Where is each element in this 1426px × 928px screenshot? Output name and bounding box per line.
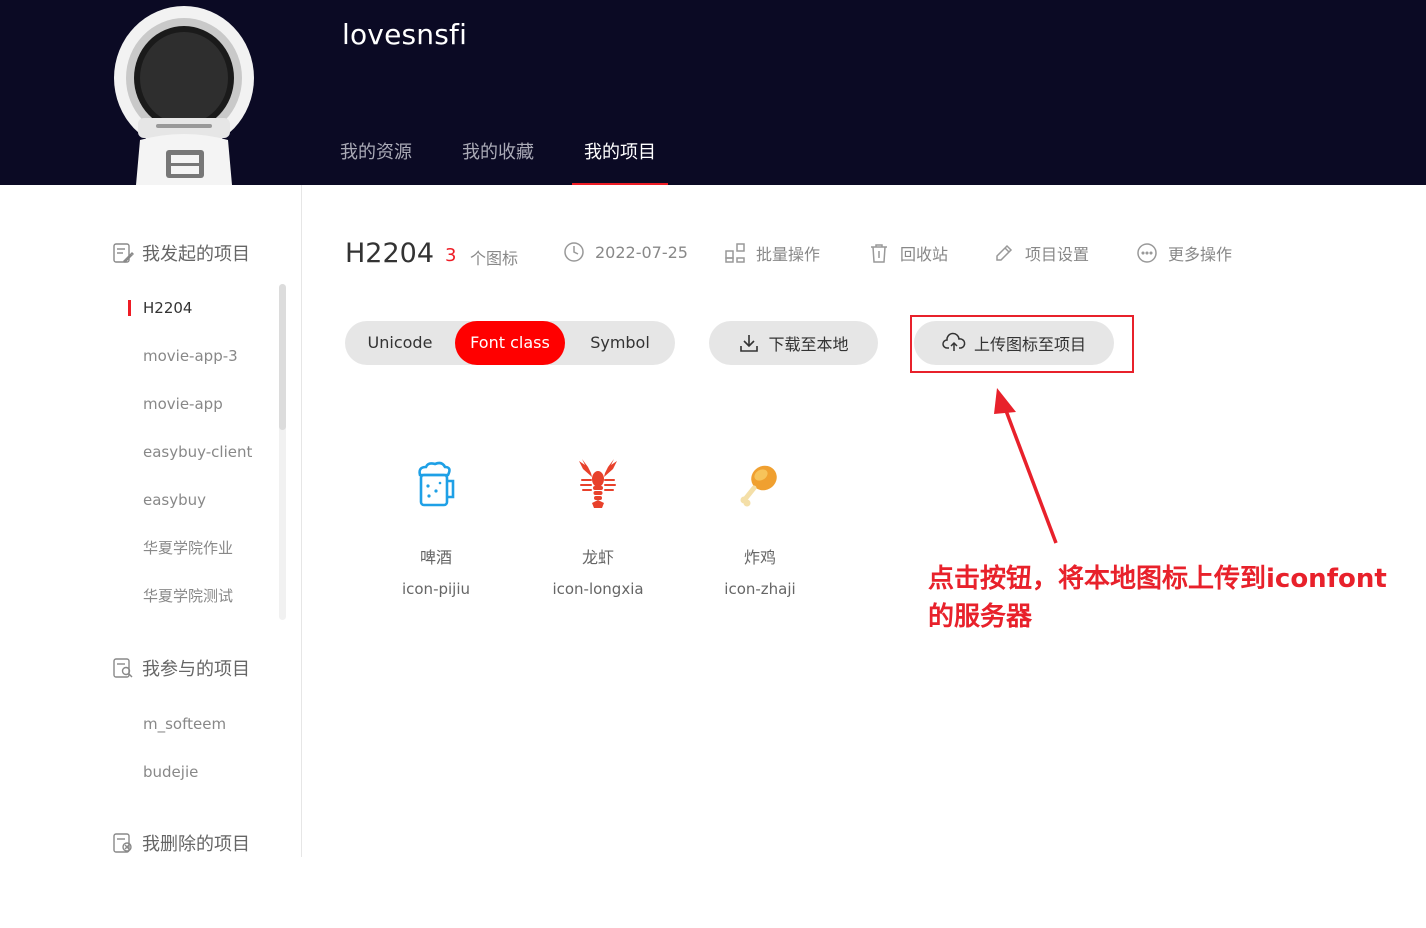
batch-operation-button[interactable]: 批量操作 bbox=[724, 241, 820, 265]
icon-count: 3 bbox=[445, 245, 457, 266]
font-class-tab[interactable]: Font class bbox=[455, 321, 565, 365]
joined-projects-title: 我参与的项目 bbox=[112, 655, 250, 681]
project-settings-button[interactable]: 项目设置 bbox=[993, 241, 1089, 265]
project-date: 2022-07-25 bbox=[563, 241, 688, 263]
sidebar-scroll-thumb[interactable] bbox=[279, 284, 286, 430]
icon-count-label: 个图标 bbox=[470, 249, 519, 268]
document-search-icon bbox=[113, 658, 133, 678]
deleted-projects-label: 我删除的项目 bbox=[142, 834, 250, 855]
project-item[interactable]: movie-app bbox=[128, 380, 278, 428]
download-icon bbox=[740, 335, 759, 352]
icon-code: icon-longxia bbox=[552, 580, 644, 598]
project-item[interactable]: easybuy-client bbox=[128, 428, 278, 476]
project-date-text: 2022-07-25 bbox=[595, 242, 688, 262]
icon-code: icon-pijiu bbox=[401, 580, 471, 598]
username: lovesnsfi bbox=[342, 18, 468, 51]
project-item[interactable]: movie-app-3 bbox=[128, 332, 278, 380]
icon-card-fried-chicken[interactable]: 炸鸡 icon-zhaji bbox=[685, 450, 835, 598]
upload-highlight-box bbox=[910, 315, 1134, 373]
icon-name: 啤酒 bbox=[419, 548, 452, 567]
created-projects-list: H2204 movie-app-3 movie-app easybuy-clie… bbox=[128, 284, 278, 620]
grid-icon bbox=[725, 243, 745, 263]
more-operations-label: 更多操作 bbox=[1168, 245, 1233, 264]
annotation-line-2: 的服务器 bbox=[928, 602, 1033, 632]
icon-name: 龙虾 bbox=[581, 548, 614, 567]
profile-header: lovesnsfi 我的资源 我的收藏 我的项目 bbox=[0, 0, 1426, 185]
format-switch: Unicode Font class Symbol bbox=[345, 321, 675, 365]
document-edit-icon bbox=[113, 243, 134, 263]
icon-card-lobster[interactable]: 龙虾 icon-longxia bbox=[523, 450, 673, 598]
icon-card-beer[interactable]: 啤酒 icon-pijiu bbox=[361, 450, 511, 598]
fried-chicken-icon bbox=[740, 465, 777, 507]
project-item[interactable]: m_softeem bbox=[128, 700, 278, 748]
lobster-icon bbox=[579, 459, 617, 508]
icon-name: 炸鸡 bbox=[743, 548, 776, 567]
sidebar-scrollbar[interactable] bbox=[279, 284, 286, 620]
project-title: H2204 bbox=[345, 238, 435, 269]
project-sidebar: 我发起的项目 H2204 movie-app-3 movie-app easyb… bbox=[0, 185, 302, 857]
tab-my-resources[interactable]: 我的资源 bbox=[330, 130, 422, 185]
pencil-icon bbox=[996, 244, 1013, 261]
project-item[interactable]: 华夏学院作业 bbox=[128, 524, 278, 572]
profile-nav: 我的资源 我的收藏 我的项目 bbox=[330, 130, 696, 185]
joined-projects-label: 我参与的项目 bbox=[142, 659, 250, 680]
tab-my-favorites[interactable]: 我的收藏 bbox=[452, 130, 544, 185]
unicode-tab[interactable]: Unicode bbox=[345, 321, 455, 365]
annotation-text: 点击按钮，将本地图标上传到iconfont 的服务器 bbox=[928, 560, 1408, 636]
clock-icon bbox=[564, 242, 584, 262]
beer-icon bbox=[418, 461, 455, 507]
batch-operation-label: 批量操作 bbox=[756, 245, 821, 264]
deleted-projects-title[interactable]: 我删除的项目 bbox=[112, 830, 250, 856]
more-dots-icon bbox=[1137, 243, 1157, 263]
project-item[interactable]: 华夏学院测试 bbox=[128, 572, 278, 620]
annotation-line-1: 点击按钮，将本地图标上传到iconfont bbox=[928, 564, 1387, 594]
more-operations-button[interactable]: 更多操作 bbox=[1136, 241, 1232, 265]
symbol-tab[interactable]: Symbol bbox=[565, 321, 675, 365]
document-delete-icon bbox=[113, 833, 132, 853]
project-item[interactable]: H2204 bbox=[128, 284, 278, 332]
recycle-bin-label: 回收站 bbox=[900, 245, 949, 264]
project-item[interactable]: budejie bbox=[128, 748, 278, 796]
project-settings-label: 项目设置 bbox=[1025, 245, 1090, 264]
joined-projects-list: m_softeem budejie bbox=[128, 700, 278, 796]
tab-my-projects[interactable]: 我的项目 bbox=[572, 130, 668, 185]
download-label: 下载至本地 bbox=[768, 335, 849, 354]
created-projects-title: 我发起的项目 bbox=[112, 240, 250, 266]
download-button[interactable]: 下载至本地 bbox=[709, 321, 878, 365]
trash-icon bbox=[871, 244, 887, 263]
recycle-bin-button[interactable]: 回收站 bbox=[868, 241, 948, 265]
icon-code: icon-zhaji bbox=[724, 580, 796, 598]
project-item[interactable]: easybuy bbox=[128, 476, 278, 524]
created-projects-label: 我发起的项目 bbox=[142, 244, 250, 265]
avatar bbox=[108, 0, 268, 185]
